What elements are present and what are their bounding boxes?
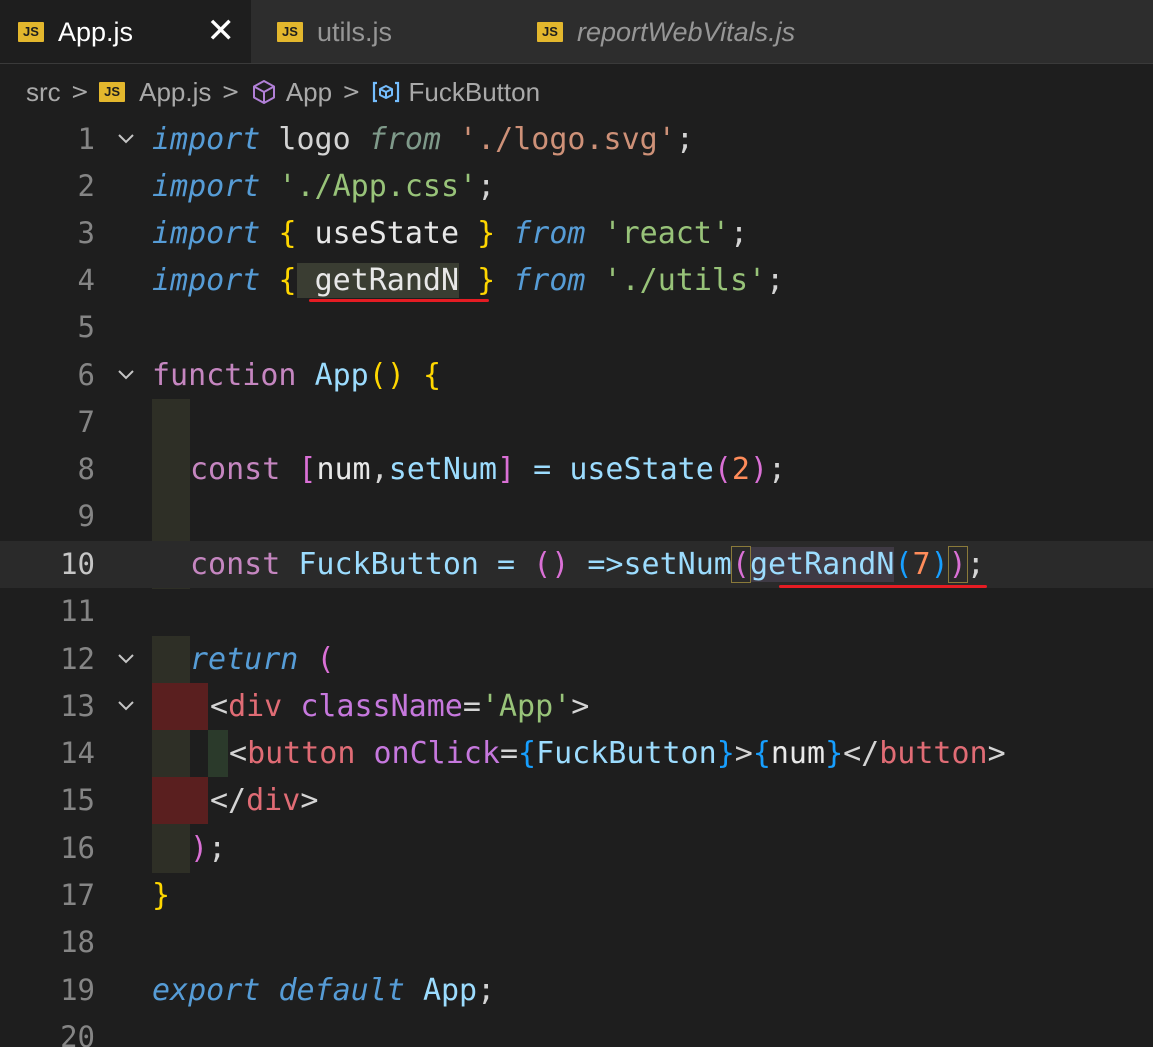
code-line: 4 import { getRandN } from './utils'; xyxy=(0,257,1153,304)
tab-app-js[interactable]: JS App.js ✕ xyxy=(0,0,251,64)
code-line: 18 xyxy=(0,919,1153,966)
chevron-down-icon[interactable] xyxy=(115,648,137,670)
line-number: 14 xyxy=(60,736,95,770)
line-number: 7 xyxy=(77,405,95,439)
line-number: 10 xyxy=(60,547,95,581)
code-text: ); xyxy=(190,831,227,866)
tab-bar: JS App.js ✕ JS utils.js JS reportWebVita… xyxy=(0,0,1153,64)
code-line: 14 <button onClick={FuckButton}>{num}</b… xyxy=(0,730,1153,777)
line-number: 13 xyxy=(60,689,95,723)
variable-icon xyxy=(372,81,399,103)
code-text: import { getRandN } from './utils'; xyxy=(152,263,785,298)
code-text: <button onClick={FuckButton}>{num}</butt… xyxy=(229,736,1006,771)
code-line-current: 10 const FuckButton = () =>setNum(getRan… xyxy=(0,541,1153,588)
chevron-right-icon: > xyxy=(221,79,240,105)
code-line: 15 </div> xyxy=(0,777,1153,824)
code-text: return ( xyxy=(190,642,335,677)
breadcrumb-label: FuckButton xyxy=(408,76,541,107)
breadcrumb-item-src[interactable]: src xyxy=(26,77,61,108)
breadcrumb-item-fuckbutton[interactable]: FuckButton xyxy=(371,76,541,108)
line-number: 20 xyxy=(60,1020,95,1047)
code-text: } xyxy=(152,878,171,913)
line-number: 6 xyxy=(77,358,95,392)
line-number: 15 xyxy=(60,783,95,817)
annotation-underline xyxy=(309,299,489,302)
code-line: 8 const [num,setNum] = useState(2); xyxy=(0,446,1153,493)
js-icon: JS xyxy=(18,22,44,42)
code-line: 9 xyxy=(0,493,1153,540)
js-icon: JS xyxy=(277,22,303,42)
code-line: 3 import { useState } from 'react'; xyxy=(0,210,1153,257)
code-text: const FuckButton = () =>setNum(getRandN(… xyxy=(190,546,985,583)
code-text: const [num,setNum] = useState(2); xyxy=(190,452,787,487)
code-line: 17 } xyxy=(0,872,1153,919)
code-editor[interactable]: 1 import logo from './logo.svg'; 2 impor… xyxy=(0,116,1153,1047)
chevron-down-icon[interactable] xyxy=(115,128,137,150)
line-number: 9 xyxy=(77,499,95,533)
line-number: 16 xyxy=(60,831,95,865)
code-text: import logo from './logo.svg'; xyxy=(152,122,694,157)
line-number: 11 xyxy=(60,594,95,628)
breadcrumb-label: App xyxy=(285,76,333,107)
tab-report-web-vitals-js[interactable]: JS reportWebVitals.js xyxy=(511,0,1153,64)
line-number: 19 xyxy=(60,973,95,1007)
line-number: 8 xyxy=(77,452,95,486)
line-number: 12 xyxy=(60,642,95,676)
code-line: 5 xyxy=(0,304,1153,351)
line-number: 18 xyxy=(60,925,95,959)
tab-label: utils.js xyxy=(317,16,393,47)
tab-utils-js[interactable]: JS utils.js xyxy=(251,0,511,64)
code-line: 11 xyxy=(0,588,1153,635)
close-icon[interactable]: ✕ xyxy=(207,14,236,48)
tab-divider xyxy=(0,63,1153,64)
code-text: </div> xyxy=(210,783,319,818)
code-text: import { useState } from 'react'; xyxy=(152,216,749,251)
breadcrumb-label: App.js xyxy=(139,76,212,107)
line-number: 4 xyxy=(77,263,95,297)
code-line: 1 import logo from './logo.svg'; xyxy=(0,116,1153,163)
code-text: function App() { xyxy=(152,358,441,393)
code-text: import './App.css'; xyxy=(152,169,496,204)
line-number: 3 xyxy=(77,216,95,250)
breadcrumb-label: src xyxy=(26,76,61,107)
line-number: 1 xyxy=(77,122,95,156)
code-line: 6 function App() { xyxy=(0,352,1153,399)
js-icon: JS xyxy=(99,82,126,102)
code-line: 2 import './App.css'; xyxy=(0,163,1153,210)
tab-label: reportWebVitals.js xyxy=(577,16,796,47)
chevron-right-icon: > xyxy=(342,79,361,105)
code-line: 7 xyxy=(0,399,1153,446)
line-number: 2 xyxy=(77,169,95,203)
code-line: 12 return ( xyxy=(0,636,1153,683)
code-line: 19 export default App; xyxy=(0,967,1153,1014)
tab-label: App.js xyxy=(58,16,134,47)
chevron-right-icon: > xyxy=(70,79,90,105)
cube-icon xyxy=(252,80,275,104)
chevron-down-icon[interactable] xyxy=(115,695,137,717)
breadcrumb-item-file[interactable]: JS App.js xyxy=(99,77,211,108)
line-number: 5 xyxy=(77,310,95,344)
breadcrumb-item-app[interactable]: App xyxy=(250,77,332,108)
chevron-down-icon[interactable] xyxy=(115,364,137,386)
js-icon: JS xyxy=(537,22,563,42)
code-line: 13 <div className='App'> xyxy=(0,683,1153,730)
code-line: 16 ); xyxy=(0,825,1153,872)
code-text: <div className='App'> xyxy=(210,689,590,724)
line-number: 17 xyxy=(60,878,95,912)
code-text: export default App; xyxy=(152,973,496,1008)
breadcrumb: src > JS App.js > App > FuckButton xyxy=(26,70,540,114)
code-line: 20 xyxy=(0,1014,1153,1047)
